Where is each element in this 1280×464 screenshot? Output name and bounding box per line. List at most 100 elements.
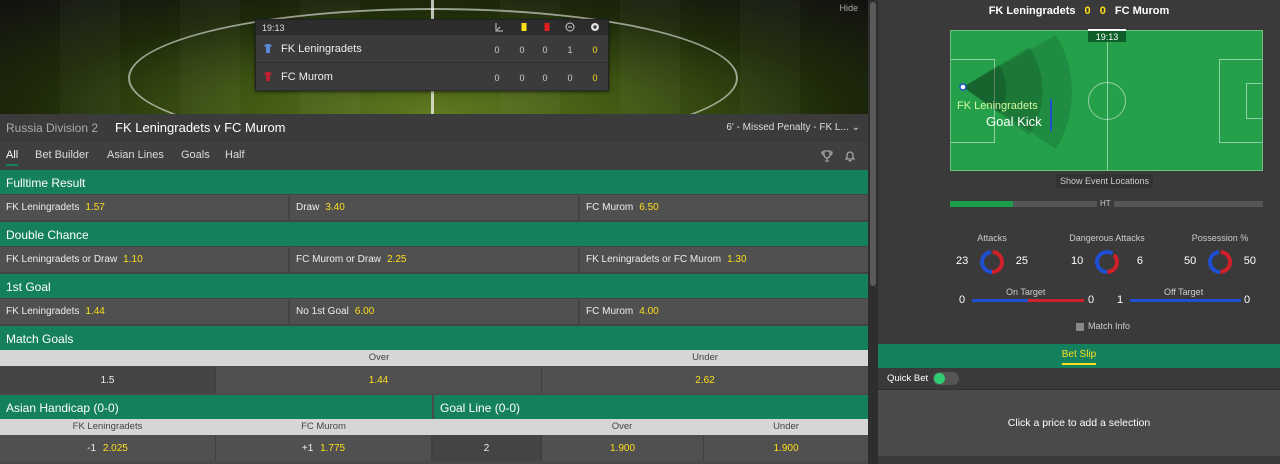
- betslip-empty: Click a price to add a selection: [878, 390, 1280, 456]
- handicap-row: -1 2.025 +1 1.775 2 1.900 1.900: [0, 435, 868, 461]
- stat-possession: Possession % 50 50: [1160, 233, 1280, 274]
- handicap-column-header: FK Leningradets FC Murom Over Under: [0, 419, 868, 435]
- off-target-home-bar: [1130, 299, 1186, 302]
- on-target-away: 0: [1088, 294, 1095, 306]
- home-score: 0: [592, 45, 598, 55]
- substitution-icon: [565, 22, 575, 32]
- selection-button[interactable]: -1 2.025: [0, 435, 215, 461]
- selection-button[interactable]: 1.900: [542, 435, 703, 461]
- scoreboard-away-row: FC Murom 0 0 0 0 0: [256, 63, 608, 91]
- away-corners: 0: [494, 73, 500, 83]
- market-header-first-goal[interactable]: 1st Goal: [0, 274, 868, 298]
- selection-button[interactable]: 1.900: [704, 435, 868, 461]
- selection-button[interactable]: FK Leningradets 1.44: [0, 299, 288, 324]
- corner-icon: [495, 23, 503, 32]
- market-row-first-goal: FK Leningradets 1.44 No 1st Goal 6.00 FC M…: [0, 298, 868, 326]
- away-yellow: 0: [519, 73, 525, 83]
- selection-button[interactable]: 1.44: [216, 367, 541, 393]
- goals-line: 1.5: [0, 367, 215, 393]
- stat-donut: [1208, 250, 1232, 274]
- selection-button[interactable]: Draw 3.40: [290, 195, 578, 220]
- red-card-icon: [544, 23, 550, 31]
- tracker-time: 19:13: [1088, 29, 1126, 42]
- tab-asian-lines[interactable]: Asian Lines: [107, 149, 164, 161]
- on-target-label: On Target: [1006, 287, 1046, 297]
- hide-button[interactable]: Hide: [839, 3, 858, 13]
- quick-bet-toggle[interactable]: [933, 372, 959, 385]
- match-name: FK Leningradets v FC Murom: [115, 120, 286, 135]
- betslip-header[interactable]: Bet Slip: [878, 344, 1280, 368]
- event-ticker[interactable]: 6' - Missed Penalty - FK L... ⌄: [726, 122, 860, 133]
- match-progress-fill: [950, 201, 1013, 207]
- tracker-home-name: FK Leningradets: [988, 5, 1076, 17]
- market-header-goal-line[interactable]: Goal Line (0-0): [434, 395, 868, 419]
- selection-button[interactable]: FK Leningradets or FC Murom 1.30: [580, 247, 868, 272]
- home-subs: 1: [567, 45, 573, 55]
- selection-button[interactable]: +1 1.775: [216, 435, 431, 461]
- home-corners: 0: [494, 45, 500, 55]
- on-target-away-bar: [1028, 299, 1084, 302]
- betslip-title: Bet Slip: [1061, 349, 1097, 365]
- tracker-away-score: 0: [1099, 5, 1106, 17]
- tab-all[interactable]: All: [6, 149, 19, 166]
- column-under: Under: [692, 352, 718, 363]
- match-goals-column-header: Over Under: [0, 350, 868, 366]
- stat-attacks: Attacks 23 25: [932, 233, 1052, 274]
- scrollbar[interactable]: [868, 0, 878, 464]
- bell-icon[interactable]: [844, 150, 856, 162]
- tab-half[interactable]: Half: [225, 149, 245, 161]
- away-shirt-icon: [264, 72, 272, 81]
- pitch-tracker: FK Leningradets Goal Kick: [950, 30, 1263, 171]
- trophy-icon[interactable]: [821, 150, 833, 162]
- market-header-double-chance[interactable]: Double Chance: [0, 222, 868, 246]
- home-shirt-icon: [264, 44, 272, 53]
- show-event-locations-button[interactable]: Show Event Locations: [1056, 174, 1154, 188]
- column-over: Over: [611, 421, 633, 432]
- market-header-asian-handicap[interactable]: Asian Handicap (0-0): [0, 395, 432, 419]
- scrollbar-thumb[interactable]: [870, 2, 876, 286]
- tracker-away-name: FC Murom: [1114, 5, 1170, 17]
- goal-line-value: 2: [433, 435, 540, 461]
- tab-goals[interactable]: Goals: [181, 149, 210, 161]
- column-under: Under: [773, 421, 799, 432]
- quick-bet-label: Quick Bet: [887, 373, 929, 384]
- event-label: Goal Kick: [986, 114, 1042, 129]
- match-goals-row: 1.5 1.44 2.62: [0, 367, 868, 393]
- stat-donut: [980, 250, 1004, 274]
- market-header-fulltime[interactable]: Fulltime Result: [0, 170, 868, 194]
- info-icon: [1076, 322, 1084, 331]
- event-team: FK Leningradets: [957, 100, 1038, 112]
- side-panel: FK Leningradets 0 0 FC Murom FK Leningra…: [878, 0, 1280, 464]
- selection-button[interactable]: FK Leningradets or Draw 1.10: [0, 247, 288, 272]
- away-team-name: FC Murom: [281, 71, 333, 83]
- selection-button[interactable]: 2.62: [542, 367, 868, 393]
- on-target-home-bar: [972, 299, 1028, 302]
- on-target-home: 0: [959, 294, 966, 306]
- competition-name[interactable]: Russia Division 2: [6, 121, 98, 135]
- match-info-link[interactable]: Match Info: [1076, 321, 1130, 331]
- away-red: 0: [542, 73, 548, 83]
- scoreboard: 19:13 FK Leningradets 0 0 0 1 0 FC Murom…: [255, 19, 609, 91]
- market-header-match-goals[interactable]: Match Goals: [0, 326, 868, 350]
- home-team-name: FK Leningradets: [281, 43, 362, 55]
- tab-bet-builder[interactable]: Bet Builder: [35, 149, 89, 161]
- away-score: 0: [592, 73, 598, 83]
- main-content: Hide 19:13 FK Leningradets 0 0 0 1 0 FC …: [0, 0, 868, 464]
- away-subs: 0: [567, 73, 573, 83]
- market-tabs: All Bet Builder Asian Lines Goals Half: [0, 142, 868, 170]
- chevron-down-icon: ⌄: [851, 122, 860, 133]
- off-target-label: Off Target: [1164, 287, 1204, 297]
- selection-button[interactable]: No 1st Goal 6.00: [290, 299, 578, 324]
- match-title-bar: Russia Division 2 FK Leningradets v FC M…: [0, 114, 868, 142]
- selection-button[interactable]: FK Leningradets 1.57: [0, 195, 288, 220]
- selection-button[interactable]: FC Murom or Draw 2.25: [290, 247, 578, 272]
- off-target-home: 1: [1117, 294, 1124, 306]
- column-home: FK Leningradets: [72, 421, 143, 432]
- match-hero: Hide 19:13 FK Leningradets 0 0 0 1 0 FC …: [0, 0, 868, 114]
- match-clock: 19:13: [262, 23, 285, 33]
- quick-bet-bar: Quick Bet: [878, 368, 1280, 390]
- selection-button[interactable]: FC Murom 6.50: [580, 195, 868, 220]
- selection-button[interactable]: FC Murom 4.00: [580, 299, 868, 324]
- off-target-away: 0: [1244, 294, 1251, 306]
- off-target-away-bar: [1186, 299, 1241, 302]
